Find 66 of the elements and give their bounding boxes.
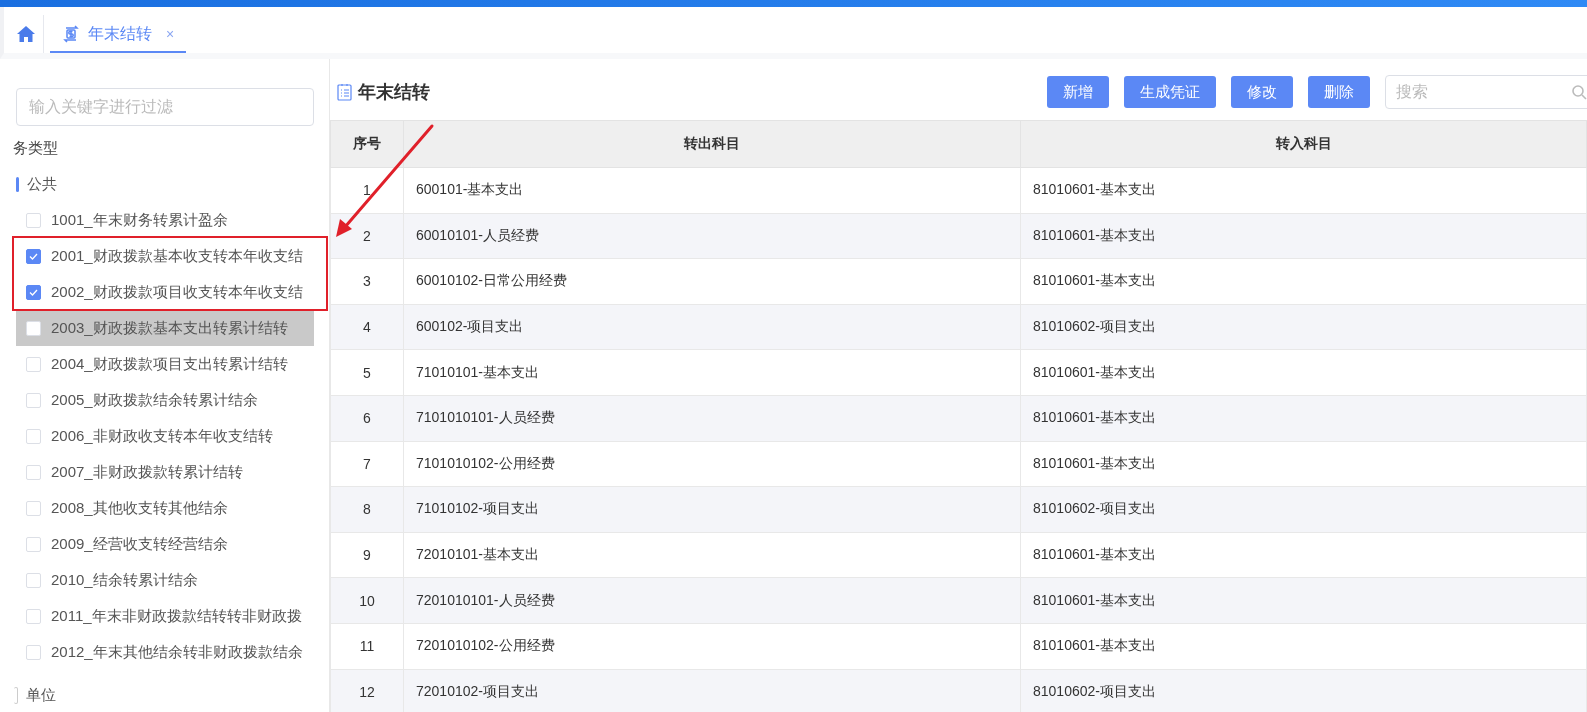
column-header: 转入科目 (1020, 120, 1587, 168)
tree-item-label[interactable]: 2007_非财政拨款转累计结转 (51, 462, 243, 482)
table-cell: 7 (330, 441, 404, 487)
table-cell: 60010102-日常公用经费 (403, 258, 1021, 305)
table-cell: 4 (330, 304, 404, 350)
table-cell: 81010602-项目支出 (1020, 486, 1587, 533)
table-cell: 10 (330, 577, 404, 624)
column-header: 转出科目 (403, 120, 1021, 168)
tree-item-label[interactable]: 2002_财政拨款项目收支转本年收支结 (51, 282, 303, 302)
table-cell: 7201010102-公用经费 (403, 623, 1021, 670)
table-cell: 81010601-基本支出 (1020, 167, 1587, 214)
tree-item-label[interactable]: 2001_财政拨款基本收支转本年收支结 (51, 246, 303, 266)
tree-item-label[interactable]: 2005_财政拨款结余转累计结余 (51, 390, 258, 410)
tree-item-label[interactable]: 2003_财政拨款基本支出转累计结转 (51, 318, 288, 338)
table-cell: 60010101-人员经费 (403, 213, 1021, 259)
table-cell: 12 (330, 669, 404, 712)
checkbox[interactable] (26, 284, 41, 300)
table-cell: 7101010102-公用经费 (403, 441, 1021, 487)
table-cell: 6 (330, 395, 404, 442)
tree-group[interactable]: 公共 (27, 174, 57, 194)
tree-item-label[interactable]: 2012_年末其他结余转非财政拨款结余 (51, 642, 303, 662)
tree-item-label[interactable]: 2009_经营收支转经营结余 (51, 534, 228, 554)
table-cell: 81010601-基本支出 (1020, 532, 1587, 578)
table-cell: 9 (330, 532, 404, 578)
check-icon (29, 288, 38, 296)
home-icon (16, 26, 35, 42)
tree-item-label[interactable]: 2010_结余转累计结余 (51, 570, 198, 590)
tree-group[interactable]: 单位 (26, 685, 56, 705)
checkbox[interactable] (26, 248, 41, 264)
tree-item-label[interactable]: 2006_非财政收支转本年收支结转 (51, 426, 273, 446)
table-cell: 81010601-基本支出 (1020, 623, 1587, 670)
table-cell: 5 (330, 349, 404, 396)
table-cell: 72010102-项目支出 (403, 669, 1021, 712)
column-header: 序号 (330, 120, 404, 168)
table-cell: 81010601-基本支出 (1020, 395, 1587, 442)
table-cell: 1 (330, 167, 404, 214)
table-cell: 81010601-基本支出 (1020, 258, 1587, 305)
table-cell: 600101-基本支出 (403, 167, 1021, 214)
page-title: 年末结转 (358, 81, 431, 104)
table-cell: 81010601-基本支出 (1020, 577, 1587, 624)
table-cell: 81010602-项目支出 (1020, 304, 1587, 350)
tree-item-label[interactable]: 2011_年末非财政拨款结转转非财政拨 (51, 606, 302, 626)
document-icon (337, 83, 352, 101)
tree-item-label[interactable]: 2008_其他收支转其他结余 (51, 498, 228, 518)
table-cell: 81010601-基本支出 (1020, 349, 1587, 396)
table-cell: 8 (330, 486, 404, 533)
table-cell: 7101010101-人员经费 (403, 395, 1021, 442)
check-icon (29, 252, 38, 260)
transfer-icon (62, 25, 80, 43)
table-cell: 71010101-基本支出 (403, 349, 1021, 396)
search-field[interactable]: 搜索 (1385, 75, 1587, 109)
tree-item-label[interactable]: 2004_财政拨款项目支出转累计结转 (51, 354, 288, 374)
tree-item[interactable]: 2003_财政拨款基本支出转累计结转 (16, 310, 314, 346)
table-cell: 3 (330, 258, 404, 305)
filter-field[interactable]: 输入关键字进行过滤 (16, 88, 314, 126)
table-cell: 2 (330, 213, 404, 259)
table-cell: 7201010101-人员经费 (403, 577, 1021, 624)
tree-heading: 务类型 (13, 139, 59, 158)
tree-item-label[interactable]: 1001_年末财务转累计盈余 (51, 210, 228, 230)
table-cell: 72010101-基本支出 (403, 532, 1021, 578)
table-cell: 81010601-基本支出 (1020, 213, 1587, 259)
table-cell: 81010602-项目支出 (1020, 669, 1587, 712)
table-cell: 11 (330, 623, 404, 670)
table-cell: 71010102-项目支出 (403, 486, 1021, 533)
table-cell: 600102-项目支出 (403, 304, 1021, 350)
table-cell: 81010601-基本支出 (1020, 441, 1587, 487)
